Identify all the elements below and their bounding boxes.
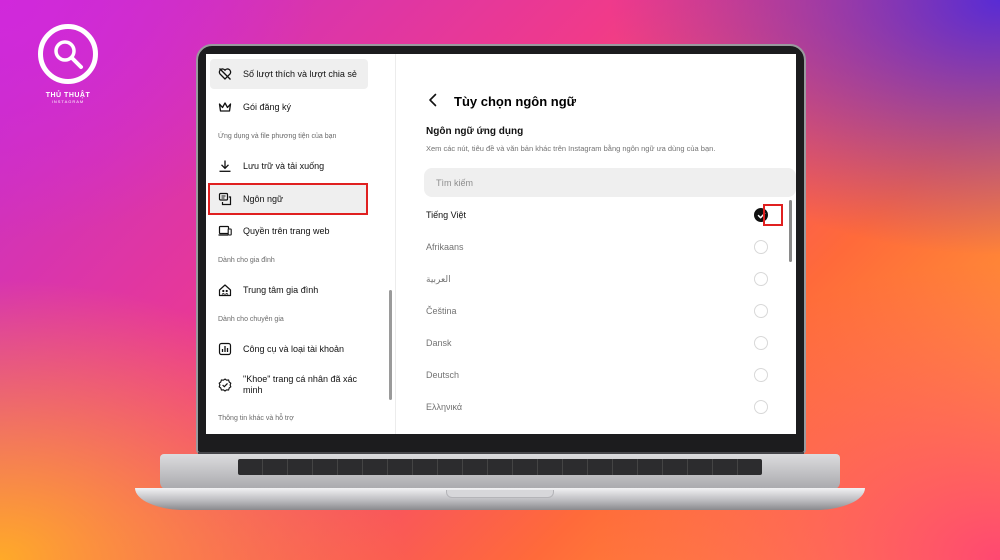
language-label: العربية — [426, 273, 451, 284]
language-option-afrikaans[interactable]: Afrikaans — [426, 231, 776, 263]
language-option-greek[interactable]: Ελληνικά — [426, 391, 776, 423]
sidebar-item-account-tools[interactable]: Công cụ và loại tài khoản — [210, 334, 368, 364]
sidebar-item-label: Quyền trên trang web — [243, 225, 330, 236]
keyboard — [238, 459, 762, 475]
language-option-czech[interactable]: Čeština — [426, 295, 776, 327]
language-option-arabic[interactable]: العربية — [426, 263, 776, 295]
sidebar-item-label: Lưu trữ và tải xuống — [243, 160, 325, 171]
language-label: Čeština — [426, 306, 457, 316]
download-icon — [218, 159, 232, 173]
sidebar-section-apps: Ứng dụng và file phương tiện của bạn — [218, 133, 337, 140]
language-label: Dansk — [426, 338, 452, 348]
magnifier-logo-icon — [38, 24, 98, 84]
sidebar-item-subscriptions[interactable]: Gói đăng ký — [210, 92, 368, 122]
selected-highlight-box — [763, 204, 783, 226]
sidebar-item-family-center[interactable]: Trung tâm gia đình — [210, 275, 368, 305]
language-label: Ελληνικά — [426, 402, 463, 412]
radio-button[interactable] — [754, 336, 768, 350]
devices-icon — [218, 224, 232, 238]
page-title: Tùy chọn ngôn ngữ — [454, 94, 577, 109]
language-option-danish[interactable]: Dansk — [426, 327, 776, 359]
verified-badge-icon — [218, 378, 232, 392]
radio-button[interactable] — [754, 240, 768, 254]
sidebar-item-verified[interactable]: "Khoe" trang cá nhân đã xác minh — [210, 367, 368, 403]
language-option-german[interactable]: Deutsch — [426, 359, 776, 391]
radio-button[interactable] — [754, 400, 768, 414]
sidebar-item-label: Trung tâm gia đình — [243, 284, 319, 295]
settings-sidebar: Số lượt thích và lượt chia sẻ Gói đăng k… — [206, 54, 396, 434]
sidebar-item-archive[interactable]: Lưu trữ và tải xuống — [210, 151, 368, 181]
language-list-scrollbar[interactable] — [789, 200, 792, 262]
section-title: Ngôn ngữ ứng dụng — [426, 126, 524, 137]
sidebar-item-label: Số lượt thích và lượt chia sẻ — [243, 68, 357, 79]
crown-icon — [218, 100, 232, 114]
laptop-notch — [446, 490, 554, 498]
heart-off-icon — [218, 67, 232, 81]
brand-logo: THỦ THUẬT INSTAGRAM — [38, 24, 98, 104]
language-highlight-box — [208, 183, 368, 215]
section-description: Xem các nút, tiêu đề và văn bản khác trê… — [426, 144, 716, 153]
language-label: Afrikaans — [426, 242, 464, 252]
family-home-icon — [218, 283, 232, 297]
sidebar-item-label: Gói đăng ký — [243, 101, 292, 112]
language-label: Tiếng Việt — [426, 210, 467, 220]
radio-button[interactable] — [754, 368, 768, 382]
sidebar-section-family: Dành cho gia đình — [218, 257, 275, 264]
sidebar-scrollbar[interactable] — [389, 290, 392, 400]
sidebar-section-professional: Dành cho chuyên gia — [218, 316, 284, 323]
sidebar-item-label: "Khoe" trang cá nhân đã xác minh — [243, 374, 357, 395]
laptop-screen: Số lượt thích và lượt chia sẻ Gói đăng k… — [206, 54, 796, 434]
language-panel: Tùy chọn ngôn ngữ Ngôn ngữ ứng dụng Xem … — [396, 54, 796, 434]
search-box — [424, 168, 796, 197]
sidebar-section-more: Thông tin khác và hỗ trợ — [218, 415, 294, 422]
radio-button[interactable] — [754, 272, 768, 286]
language-option-vietnamese[interactable]: Tiếng Việt — [426, 199, 776, 231]
bar-chart-icon — [218, 342, 232, 356]
brand-subtitle: INSTAGRAM — [51, 99, 85, 104]
search-input[interactable] — [424, 168, 796, 197]
sidebar-item-likes[interactable]: Số lượt thích và lượt chia sẻ — [210, 59, 368, 89]
sidebar-item-web-permissions[interactable]: Quyền trên trang web — [210, 216, 368, 246]
language-label: Deutsch — [426, 370, 460, 380]
brand-title: THỦ THUẬT — [45, 92, 91, 99]
sidebar-item-label: Công cụ và loại tài khoản — [243, 343, 345, 354]
radio-button[interactable] — [754, 304, 768, 318]
back-chevron-icon[interactable] — [426, 93, 440, 107]
